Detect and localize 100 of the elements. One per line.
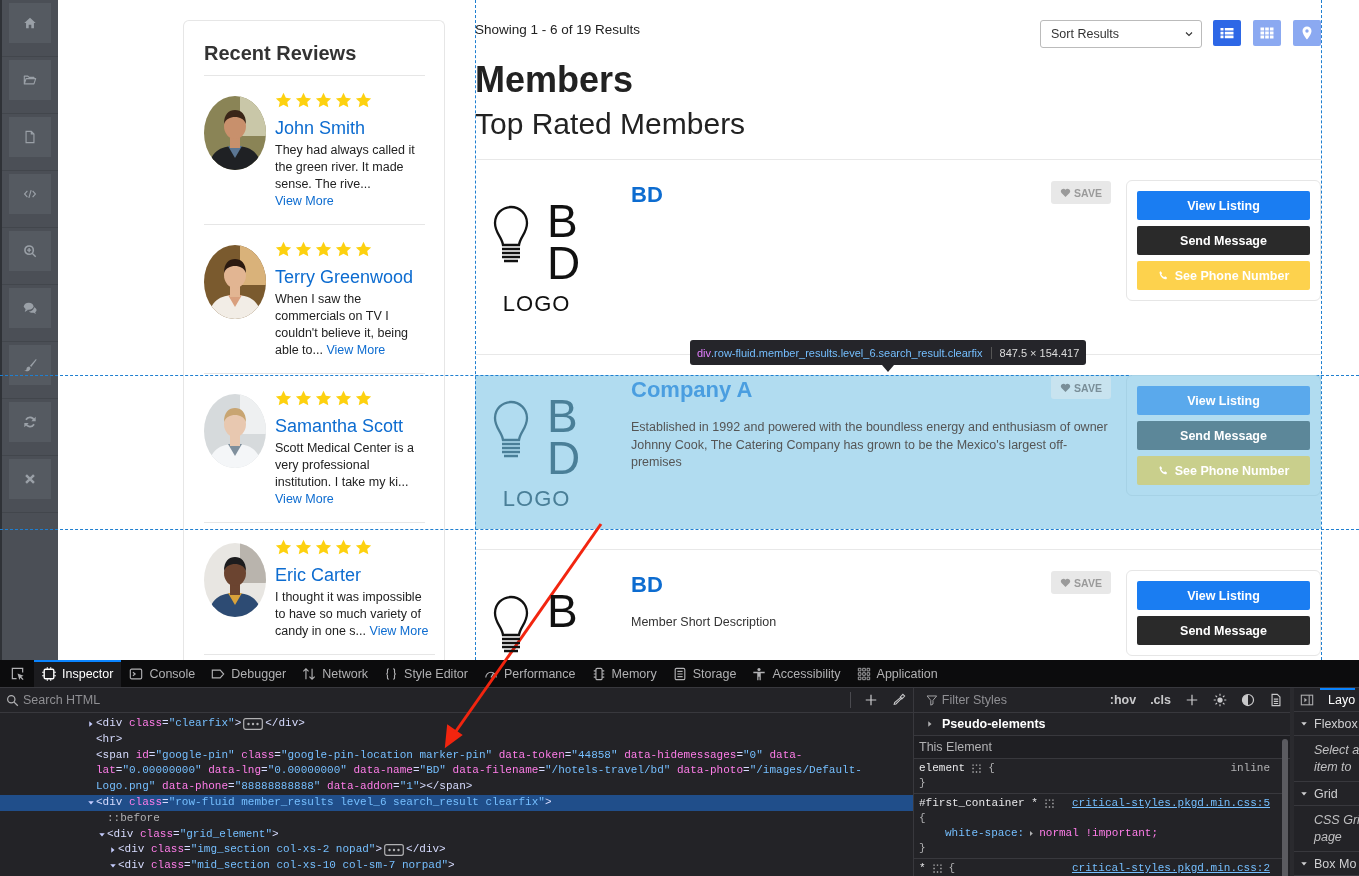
member-name[interactable]: BD — [631, 182, 663, 208]
section-header[interactable]: Pseudo-elements — [942, 717, 1046, 731]
file-button[interactable] — [9, 117, 51, 157]
markup-row[interactable]: <div class="grid_element"> — [0, 826, 913, 843]
map-view-button[interactable] — [1293, 20, 1321, 46]
markup-row[interactable]: <div class="mid_section col-xs-10 col-sm-7 norpad"> — [0, 858, 913, 874]
view-more-link[interactable]: View More — [275, 492, 334, 506]
reviewer-name[interactable]: Samantha Scott — [275, 416, 425, 437]
star-icon — [355, 241, 372, 258]
devtools-tab[interactable]: Network — [294, 660, 377, 687]
element-size: 847.5 × 154.417 — [990, 346, 1080, 359]
star-icon — [295, 92, 312, 109]
markup-text: </div> — [406, 842, 446, 858]
css-property: white-space: — [945, 826, 1025, 841]
refresh-icon — [23, 415, 37, 429]
markup-row[interactable]: <hr> — [0, 731, 913, 748]
heart-icon — [1060, 577, 1072, 588]
close-button[interactable] — [9, 459, 51, 499]
phone-icon — [1157, 270, 1169, 281]
reviewer-name[interactable]: John Smith — [275, 118, 425, 139]
css-brace: { — [919, 812, 926, 824]
scrollbar[interactable] — [1282, 739, 1288, 876]
markup-row[interactable]: <div class="img_section col-xs-2 nopad"> </div> — [0, 842, 913, 859]
star-icon — [335, 390, 352, 407]
view-listing-button[interactable]: View Listing — [1137, 581, 1310, 610]
search-html-field[interactable]: Search HTML — [19, 693, 850, 707]
home-button[interactable] — [9, 3, 51, 43]
file-icon — [23, 130, 37, 144]
star-icon — [335, 539, 352, 556]
devtools-tab[interactable]: Memory — [583, 660, 665, 687]
markup-row[interactable]: ::before — [0, 810, 913, 827]
plus-icon — [864, 693, 878, 707]
view-more-link[interactable]: View More — [275, 194, 334, 208]
code-button[interactable] — [9, 174, 51, 214]
filter-styles-field[interactable]: Filter Styles — [937, 693, 1103, 707]
filter-icon — [926, 694, 938, 706]
folder-button[interactable] — [9, 60, 51, 100]
comments-button[interactable] — [9, 288, 51, 328]
devtools-tab[interactable]: Console — [121, 660, 204, 687]
style-editor-icon — [384, 666, 399, 681]
css-brace: { — [948, 861, 956, 876]
section-header: This Element — [919, 740, 992, 754]
view-more-link[interactable]: View More — [326, 343, 386, 357]
devtools-tab[interactable]: Performance — [475, 660, 584, 687]
star-icon — [315, 92, 332, 109]
grid-view-button[interactable] — [1253, 20, 1281, 46]
ellipsis-icon — [243, 718, 264, 730]
accessibility-icon — [752, 666, 767, 681]
markup-text: <div class="img_section col-xs-2 nopad"> — [118, 842, 383, 858]
list-view-button[interactable] — [1213, 20, 1241, 46]
reviewer-name[interactable]: Eric Carter — [275, 565, 430, 586]
css-selector: element — [919, 761, 966, 776]
logo-letter: B — [547, 590, 578, 632]
refresh-button[interactable] — [9, 402, 51, 442]
star-icon — [355, 92, 372, 109]
send-message-button[interactable]: Send Message — [1137, 616, 1310, 645]
pseudo-element: ::before — [107, 810, 160, 826]
devtools-tab[interactable]: Accessibility — [744, 660, 849, 687]
star-icon — [295, 539, 312, 556]
brush-icon — [23, 358, 37, 372]
devtools-tab[interactable]: Storage — [664, 660, 745, 687]
list-icon — [1219, 25, 1235, 41]
zoom-in-icon — [23, 244, 37, 258]
star-icon — [315, 390, 332, 407]
toggle-button[interactable]: :hov — [1102, 688, 1144, 712]
section-header[interactable]: Box Mo — [1314, 856, 1357, 871]
section-header[interactable]: Flexbox — [1314, 716, 1358, 731]
zoom-in-button[interactable] — [9, 231, 51, 271]
page-heading: Members — [475, 58, 635, 102]
phone-icon — [1157, 465, 1169, 476]
devtools-tab[interactable]: Application — [848, 660, 946, 687]
devtools-tab[interactable]: Inspector — [34, 660, 122, 687]
panel-note: item to — [1314, 758, 1353, 775]
member-description: Established in 1992 and powered with the boundless energy and enthusiasm of owner Johnny Cook, The Catering Company has grown to be the Mexico's largest off-premises — [631, 419, 1109, 471]
grid-icon — [1259, 25, 1275, 41]
layout-tab[interactable]: Layo — [1320, 688, 1356, 711]
star-icon — [295, 390, 312, 407]
member-name[interactable]: BD — [631, 572, 663, 598]
view-more-link[interactable]: View More — [369, 624, 429, 638]
view-listing-button[interactable]: View Listing — [1137, 191, 1310, 220]
stylesheet-link[interactable]: critical-styles.pkgd.min.css:2 — [1071, 861, 1270, 876]
stylesheet-link[interactable]: critical-styles.pkgd.min.css:5 — [1071, 796, 1270, 811]
markup-row[interactable]: <div class="clearfix"> </div> — [0, 716, 913, 732]
devtools-tab[interactable]: Style Editor — [376, 660, 476, 687]
toggle-button[interactable]: .cls — [1143, 688, 1178, 712]
markup-row[interactable]: <div class="row-fluid member_results level_6 search_result clearfix"> — [0, 795, 913, 811]
review-text: When I saw the commercials on TV I couldn't believe it, being able to... View More — [275, 291, 410, 359]
css-selector: * — [919, 861, 926, 876]
brush-button[interactable] — [9, 345, 51, 385]
devtools-tab[interactable]: Debugger — [203, 660, 295, 687]
star-icon — [275, 92, 292, 109]
close-icon — [23, 472, 37, 486]
results-count: Showing 1 - 6 of 19 Results — [475, 22, 642, 37]
reviewer-name[interactable]: Terry Greenwood — [275, 267, 425, 288]
star-icon — [275, 241, 292, 258]
send-message-button[interactable]: Send Message — [1137, 226, 1310, 255]
section-header[interactable]: Grid — [1314, 786, 1338, 801]
sort-dropdown[interactable]: Sort Results — [1040, 20, 1202, 48]
send-message-button[interactable]: Send Message — [1137, 421, 1310, 450]
contrast-icon — [1241, 693, 1255, 707]
